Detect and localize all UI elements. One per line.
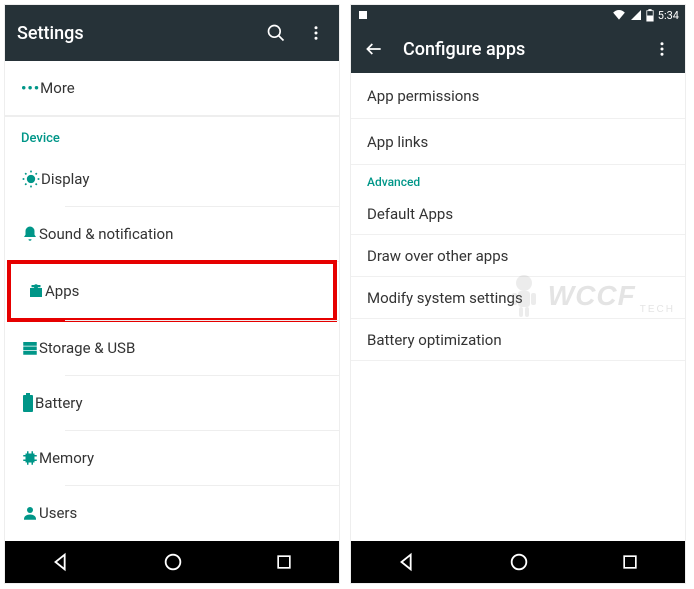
settings-item-memory[interactable]: Memory (5, 431, 339, 485)
signal-icon (630, 9, 642, 21)
settings-item-label: Storage & USB (39, 339, 135, 357)
nav-bar (5, 541, 339, 583)
item-app-permissions[interactable]: App permissions (351, 73, 685, 119)
settings-item-label: Apps (45, 282, 79, 300)
item-app-links[interactable]: App links (351, 119, 685, 165)
storage-icon (21, 339, 39, 357)
settings-appbar: Settings (5, 5, 339, 61)
configure-title: Configure apps (403, 39, 651, 60)
settings-item-label: Memory (39, 449, 94, 467)
list-item-label: Draw over other apps (367, 247, 508, 265)
list-item-label: Modify system settings (367, 289, 523, 307)
settings-item-label: Users (39, 504, 77, 522)
status-time: 5:34 (658, 9, 679, 22)
settings-item-more[interactable]: ••• More (5, 61, 339, 115)
more-horiz-icon: ••• (21, 79, 40, 97)
screenshot-indicator-icon (357, 9, 369, 21)
settings-item-users[interactable]: Users (5, 486, 339, 540)
more-vert-icon[interactable] (651, 38, 673, 60)
nav-back-icon[interactable] (396, 551, 418, 573)
settings-item-label: Battery (35, 394, 83, 412)
nav-home-icon[interactable] (162, 551, 184, 573)
settings-item-label: Sound & notification (39, 225, 173, 243)
configure-content: App permissions App links Advanced Defau… (351, 73, 685, 541)
nav-home-icon[interactable] (508, 551, 530, 573)
configure-appbar: Configure apps (351, 25, 685, 73)
settings-item-sound[interactable]: Sound & notification (5, 207, 339, 261)
list-item-label: App permissions (367, 87, 479, 105)
settings-item-battery[interactable]: Battery (5, 376, 339, 430)
settings-item-label: More (40, 79, 75, 97)
list-item-label: Default Apps (367, 205, 453, 223)
item-default-apps[interactable]: Default Apps (351, 193, 685, 235)
nav-bar (351, 541, 685, 583)
more-vert-icon[interactable] (305, 22, 327, 44)
status-bar: 5:34 (351, 5, 685, 25)
back-arrow-icon[interactable] (363, 38, 385, 60)
item-draw-over[interactable]: Draw over other apps (351, 235, 685, 277)
list-item-label: App links (367, 133, 428, 151)
wifi-icon (612, 9, 626, 21)
memory-icon (21, 449, 39, 467)
apps-highlight: Apps (7, 260, 337, 322)
list-item-label: Battery optimization (367, 331, 502, 349)
display-icon (21, 169, 41, 189)
nav-recent-icon[interactable] (620, 552, 640, 572)
section-header-device: Device (5, 117, 339, 152)
search-icon[interactable] (265, 22, 287, 44)
settings-item-storage[interactable]: Storage & USB (5, 321, 339, 375)
battery-icon (21, 393, 35, 413)
battery-status-icon (646, 9, 654, 22)
item-battery-opt[interactable]: Battery optimization (351, 319, 685, 361)
nav-recent-icon[interactable] (274, 552, 294, 572)
item-modify-system[interactable]: Modify system settings (351, 277, 685, 319)
person-icon (21, 504, 39, 522)
configure-apps-screen: 5:34 Configure apps App permissions App … (350, 4, 686, 584)
settings-content: ••• More Device Display Sound & notifica… (5, 61, 339, 541)
section-header-advanced: Advanced (351, 165, 685, 193)
settings-title: Settings (17, 23, 265, 44)
settings-screen: Settings ••• More Device Display (4, 4, 340, 584)
apps-icon (27, 282, 45, 300)
settings-item-label: Display (41, 170, 89, 188)
settings-item-apps[interactable]: Apps (11, 264, 333, 318)
settings-item-display[interactable]: Display (5, 152, 339, 206)
nav-back-icon[interactable] (50, 551, 72, 573)
bell-icon (21, 225, 39, 243)
